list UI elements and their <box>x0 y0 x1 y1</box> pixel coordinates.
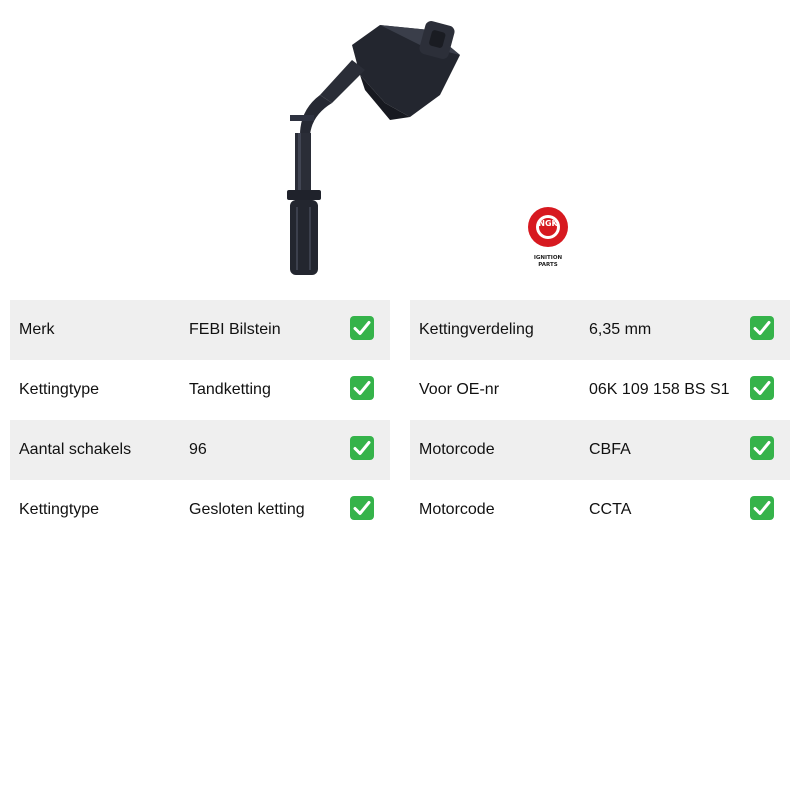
spec-label: Motorcode <box>419 501 495 518</box>
spec-table-left: Merk FEBI Bilstein Kettingtype Tandketti… <box>10 300 390 540</box>
spec-row: Motorcode CCTA <box>410 480 790 540</box>
spec-label: Merk <box>19 321 55 338</box>
spec-label: Kettingtype <box>19 381 100 398</box>
spec-value: 6,35 mm <box>589 321 652 338</box>
ignition-coil-image <box>270 15 480 285</box>
logo-parts-text: PARTS <box>538 262 558 268</box>
check-mark-icon <box>750 376 774 400</box>
spec-row: Motorcode CBFA <box>410 420 790 480</box>
spec-row: Voor OE-nr 06K 109 158 BS S1 <box>410 360 790 420</box>
check-mark-icon <box>350 316 374 340</box>
spec-value: Gesloten ketting <box>189 501 305 518</box>
spec-value: 06K 109 158 BS S1 <box>589 381 730 398</box>
logo-ignition-text: IGNITION <box>533 255 563 261</box>
spec-label: Kettingverdeling <box>419 321 534 338</box>
spec-label: Voor OE-nr <box>419 381 500 398</box>
check-mark-icon <box>750 316 774 340</box>
spec-row: Kettingverdeling 6,35 mm <box>410 300 790 360</box>
check-mark-icon <box>350 376 374 400</box>
spec-label: Aantal schakels <box>19 441 132 458</box>
logo-brand-text: NGK <box>538 219 558 228</box>
spec-row: Kettingtype Gesloten ketting <box>10 480 390 540</box>
check-mark-icon <box>750 436 774 460</box>
spec-label: Kettingtype <box>19 501 100 518</box>
spec-value: CBFA <box>589 441 631 458</box>
spec-row: Kettingtype Tandketting <box>10 360 390 420</box>
spec-label: Motorcode <box>419 441 495 458</box>
spec-value: Tandketting <box>189 381 271 398</box>
check-mark-icon <box>350 436 374 460</box>
spec-value: CCTA <box>589 501 632 518</box>
spec-table-right: Kettingverdeling 6,35 mm Voor OE-nr 06K … <box>410 300 790 540</box>
ngk-logo: NGK IGNITION PARTS <box>523 204 573 274</box>
check-mark-icon <box>350 496 374 520</box>
spec-row: Merk FEBI Bilstein <box>10 300 390 360</box>
spec-value: 96 <box>189 441 207 458</box>
spec-row: Aantal schakels 96 <box>10 420 390 480</box>
spec-value: FEBI Bilstein <box>189 321 281 338</box>
check-mark-icon <box>750 496 774 520</box>
